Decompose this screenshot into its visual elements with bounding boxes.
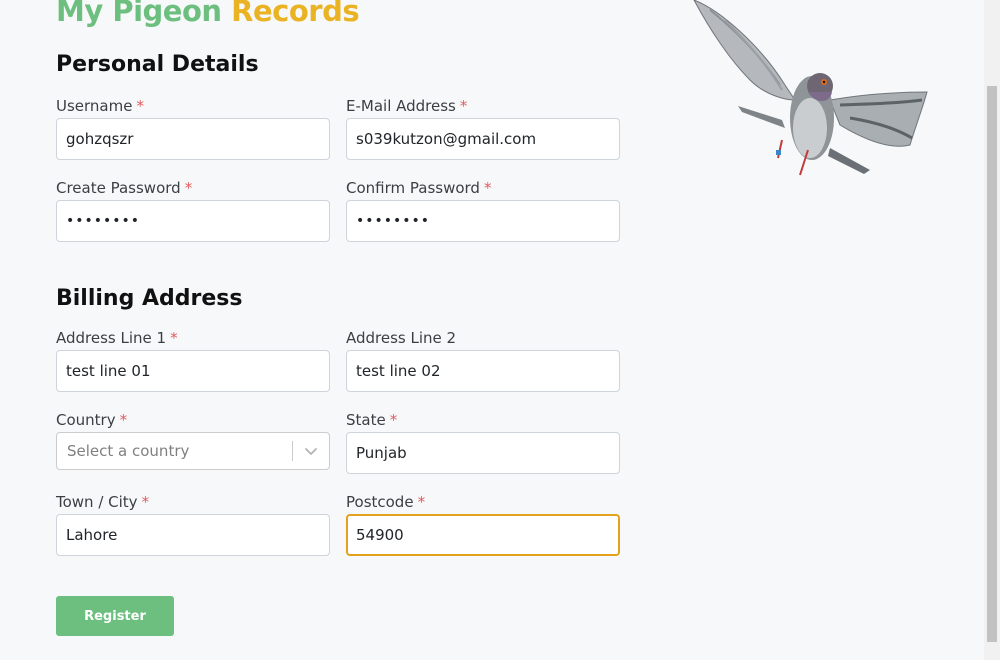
vertical-scrollbar[interactable]	[984, 0, 1000, 660]
chevron-down-icon[interactable]	[303, 443, 319, 459]
address-line-2-label: Address Line 2	[346, 329, 457, 347]
confirm-password-field[interactable]	[346, 200, 620, 242]
address-line-1-label: Address Line 1 *	[56, 329, 178, 347]
postcode-label: Postcode *	[346, 493, 426, 511]
username-label: Username *	[56, 97, 144, 115]
register-button[interactable]: Register	[56, 596, 174, 636]
email-field[interactable]	[346, 118, 620, 160]
city-label: Town / City *	[56, 493, 150, 511]
confirm-password-label: Confirm Password *	[346, 179, 492, 197]
city-field[interactable]	[56, 514, 330, 556]
select-divider	[292, 441, 293, 461]
create-password-label: Create Password *	[56, 179, 193, 197]
address-line-2-field[interactable]	[346, 350, 620, 392]
personal-details-heading: Personal Details	[56, 52, 259, 77]
address-line-1-field[interactable]	[56, 350, 330, 392]
state-field[interactable]	[346, 432, 620, 474]
country-select[interactable]: Select a country	[56, 432, 330, 470]
email-label: E-Mail Address *	[346, 97, 468, 115]
app-logo: My Pigeon Records	[56, 0, 360, 31]
pigeon-illustration	[693, 0, 928, 176]
country-placeholder: Select a country	[67, 442, 190, 460]
logo-word-my-pigeon: My Pigeon	[56, 0, 222, 28]
scrollbar-thumb[interactable]	[987, 86, 997, 642]
logo-word-records: Records	[231, 0, 360, 28]
username-field[interactable]	[56, 118, 330, 160]
create-password-field[interactable]	[56, 200, 330, 242]
postcode-field[interactable]	[346, 514, 620, 556]
country-label: Country *	[56, 411, 128, 429]
billing-address-heading: Billing Address	[56, 286, 243, 311]
state-label: State *	[346, 411, 398, 429]
